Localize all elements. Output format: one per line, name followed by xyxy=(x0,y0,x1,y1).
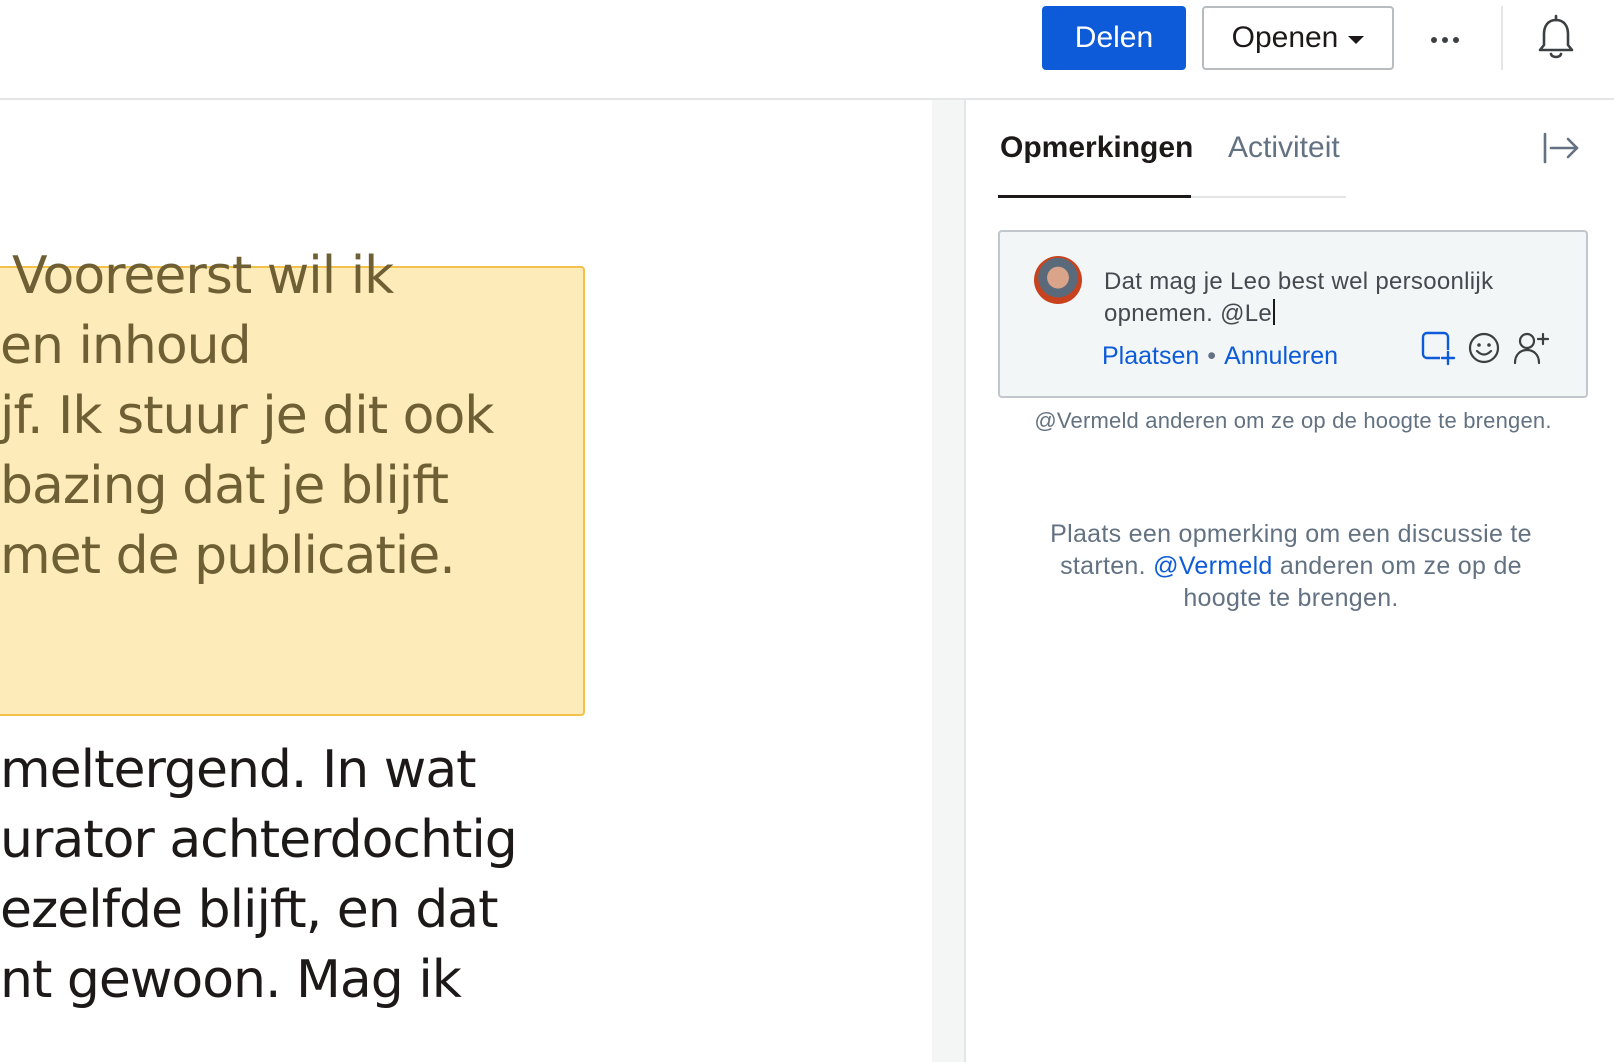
doc-line: jf. Ik stuur je dit ook xyxy=(0,386,494,446)
tab-activity[interactable]: Activiteit xyxy=(1228,128,1340,168)
text-cursor xyxy=(1273,299,1276,325)
tab-comments[interactable]: Opmerkingen xyxy=(1000,128,1193,168)
mention-hint: @Vermeld anderen om ze op de hoogte te b… xyxy=(1034,408,1552,433)
top-bar: Delen Openen xyxy=(0,0,1614,100)
add-annotation-icon[interactable] xyxy=(1420,330,1456,366)
doc-line: bazing dat je blijft xyxy=(0,456,449,516)
toolbar-divider xyxy=(1501,6,1503,70)
doc-line: urator achterdochtig xyxy=(0,810,518,870)
chevron-down-icon xyxy=(1348,36,1365,44)
collapse-panel-icon[interactable] xyxy=(1542,130,1582,166)
doc-line: ezelfde blijft, en dat xyxy=(0,880,498,940)
open-button-label: Openen xyxy=(1231,21,1339,54)
tab-bar-divider xyxy=(1191,196,1346,198)
cancel-button[interactable]: Annuleren xyxy=(1224,342,1338,371)
comment-draft-text: Dat mag je Leo best wel persoonlijk opne… xyxy=(1104,268,1494,327)
emoji-icon[interactable] xyxy=(1466,330,1502,366)
panel-resize-gutter[interactable] xyxy=(932,100,966,1062)
active-tab-indicator xyxy=(998,195,1191,198)
comments-panel: Opmerkingen Activiteit Dat mag je Leo be… xyxy=(966,100,1614,1062)
empty-state-message: Plaats een opmerking om een discussie te… xyxy=(1026,518,1556,614)
mention-user-icon[interactable] xyxy=(1512,330,1552,366)
more-horizontal-icon[interactable] xyxy=(1422,22,1468,58)
mention-link[interactable]: @Vermeld xyxy=(1153,552,1273,580)
comment-tools xyxy=(1420,330,1552,366)
comment-input[interactable]: Dat mag je Leo best wel persoonlijk opne… xyxy=(1104,266,1564,330)
post-button[interactable]: Plaatsen xyxy=(1102,342,1199,371)
doc-line: met de publicatie. xyxy=(0,526,456,586)
share-button[interactable]: Delen xyxy=(1042,6,1186,70)
doc-line: meltergend. In wat xyxy=(0,740,477,800)
doc-line: nt gewoon. Mag ik xyxy=(0,950,462,1010)
doc-line: en inhoud xyxy=(0,316,252,376)
comment-actions: Plaatsen • Annuleren xyxy=(1102,342,1338,371)
doc-line: Vooreerst wil ik xyxy=(12,246,394,306)
open-button[interactable]: Openen xyxy=(1202,6,1394,70)
action-separator: • xyxy=(1207,342,1217,370)
avatar xyxy=(1034,256,1082,304)
comment-composer[interactable]: Dat mag je Leo best wel persoonlijk opne… xyxy=(998,230,1588,398)
document-canvas: Vooreerst wil ik en inhoud jf. Ik stuur … xyxy=(0,100,932,1062)
bell-icon[interactable] xyxy=(1536,14,1576,62)
